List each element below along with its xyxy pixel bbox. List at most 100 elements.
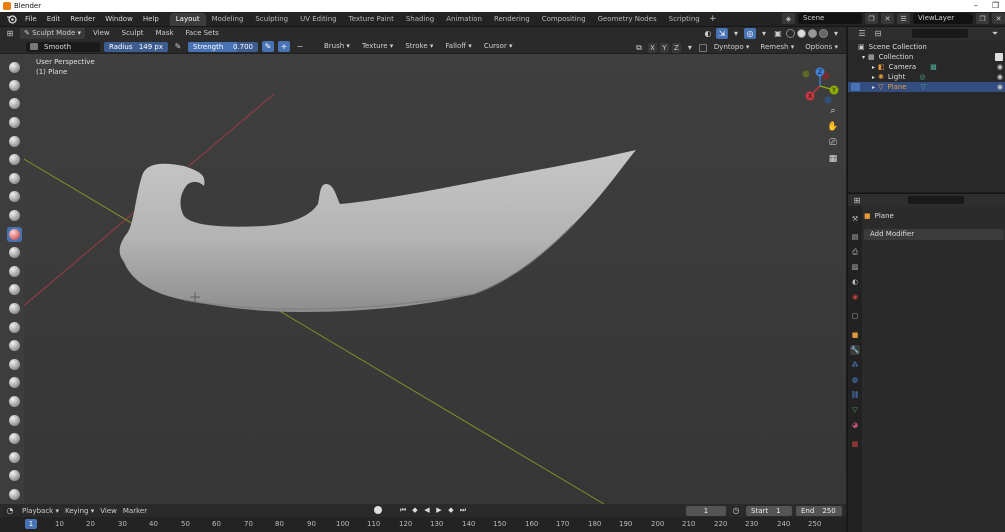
gizmo-neg-x-axis[interactable] (822, 72, 830, 80)
tool-inflate[interactable] (7, 171, 22, 186)
expand-chevron-icon[interactable]: ▸ (872, 74, 875, 81)
jump-keyframe-forward-icon[interactable]: ◆ (446, 506, 456, 515)
end-frame-field[interactable]: End 250 (796, 505, 842, 516)
filter-icon[interactable]: ⏷ (989, 28, 1001, 39)
cursor-menu[interactable]: Cursor ▾ (480, 41, 517, 52)
delete-scene-icon[interactable]: ✕ (881, 13, 894, 24)
brush-selector[interactable]: Smooth (26, 41, 100, 52)
tool-grab[interactable] (7, 338, 22, 353)
tool-multiplane-scrape[interactable] (7, 301, 22, 316)
add-workspace-icon[interactable]: + (706, 14, 720, 24)
gizmo-neg-y-axis[interactable] (802, 70, 810, 78)
symmetry-z-toggle[interactable]: Z (671, 42, 681, 53)
3d-viewport[interactable]: User Perspective (1) Plane Y X Z ⌕ ✋ ⎚ ▦ (24, 54, 846, 504)
tool-clay-thumb[interactable] (7, 134, 22, 149)
tab-sculpting[interactable]: Sculpting (249, 13, 294, 26)
editor-type-icon[interactable]: ⊞ (4, 28, 16, 39)
start-frame-field[interactable]: Start 1 (746, 505, 792, 516)
new-scene-icon[interactable]: ❐ (865, 13, 878, 24)
tool-scrape[interactable] (7, 282, 22, 297)
tool-thumb[interactable] (7, 394, 22, 409)
expand-chevron-icon[interactable]: ▸ (872, 64, 875, 71)
strength-slider[interactable]: Strength 0.700 (188, 41, 258, 52)
material-shading-icon[interactable] (808, 29, 817, 38)
tool-slide-relax[interactable] (7, 468, 22, 483)
menu-render[interactable]: Render (65, 13, 100, 26)
new-view-layer-icon[interactable]: ❐ (976, 13, 989, 24)
visibility-eye-icon[interactable]: ◉ (997, 63, 1003, 71)
stroke-menu[interactable]: Stroke ▾ (401, 41, 437, 52)
remesh-menu[interactable]: Remesh ▾ (756, 42, 798, 53)
symmetry-icon[interactable]: ⧉ (633, 42, 645, 53)
radius-slider[interactable]: Radius 149 px (104, 41, 168, 52)
scene-name-field[interactable]: Scene (798, 13, 862, 24)
timeline-view-menu[interactable]: View (100, 507, 117, 515)
menu-face-sets[interactable]: Face Sets (182, 28, 223, 39)
tool-elastic-deform[interactable] (7, 357, 22, 372)
subtract-direction-icon[interactable]: − (294, 41, 306, 52)
scene-tab-icon[interactable]: ◐ (850, 277, 860, 287)
marker-menu[interactable]: Marker (123, 507, 147, 515)
tab-scripting[interactable]: Scripting (663, 13, 706, 26)
scene-browse-icon[interactable]: ◈ (782, 13, 795, 24)
add-modifier-button[interactable]: Add Modifier (864, 229, 1004, 240)
menu-edit[interactable]: Edit (42, 13, 66, 26)
tab-texture-paint[interactable]: Texture Paint (343, 13, 400, 26)
menu-help[interactable]: Help (138, 13, 164, 26)
keying-menu[interactable]: Keying ▾ (65, 507, 94, 515)
outliner-item-camera[interactable]: ▸ ◧ Camera ▩ ◉ (848, 62, 1005, 72)
visibility-eye-icon[interactable]: ◉ (997, 73, 1003, 81)
falloff-menu[interactable]: Falloff ▾ (441, 41, 475, 52)
menu-mask[interactable]: Mask (152, 28, 178, 39)
menu-file[interactable]: File (20, 13, 42, 26)
tool-pose[interactable] (7, 413, 22, 428)
jump-keyframe-back-icon[interactable]: ◆ (410, 506, 420, 515)
dyntopo-checkbox[interactable] (698, 43, 707, 52)
collection-checkbox[interactable] (995, 53, 1003, 61)
jump-start-icon[interactable]: ⏮ (398, 506, 408, 515)
gizmo-neg-z-axis[interactable] (824, 96, 832, 104)
gizmo-toggle-icon[interactable]: ⇲ (716, 28, 728, 39)
tool-rotate[interactable] (7, 450, 22, 465)
overlay-dropdown-icon[interactable]: ▾ (758, 28, 770, 39)
view-layer-browse-icon[interactable]: ☰ (897, 13, 910, 24)
data-tab-icon[interactable]: ▽ (850, 405, 860, 415)
options-menu[interactable]: Options ▾ (801, 42, 842, 53)
tool-flatten[interactable] (7, 245, 22, 260)
modifier-tab-icon[interactable]: 🔧 (850, 345, 860, 355)
outliner-item-collection[interactable]: ▾ ▦ Collection (848, 52, 1005, 62)
render-tab-icon[interactable]: ▤ (850, 232, 860, 242)
tool-smooth[interactable] (7, 227, 22, 242)
material-tab-icon[interactable]: ◕ (850, 420, 860, 430)
physics-tab-icon[interactable]: ◍ (850, 375, 860, 385)
restore-button[interactable]: ❐ (992, 0, 999, 12)
visibility-icon[interactable]: ◐ (702, 28, 714, 39)
mode-selector[interactable]: ✎ Sculpt Mode ▾ (20, 28, 86, 39)
view-layer-field[interactable]: ViewLayer (913, 13, 973, 24)
constraints-tab-icon[interactable]: ⛓ (850, 390, 860, 400)
record-icon[interactable] (374, 506, 382, 514)
tab-shading[interactable]: Shading (400, 13, 440, 26)
view-layer-tab-icon[interactable]: ▨ (850, 262, 860, 272)
outliner-item-plane[interactable]: ▸ ▽ Plane ▽ ◉ (848, 82, 1005, 92)
tab-compositing[interactable]: Compositing (536, 13, 592, 26)
outliner-search-input[interactable] (912, 29, 968, 38)
texture-menu[interactable]: Texture ▾ (358, 41, 397, 52)
tool-crease[interactable] (7, 208, 22, 223)
expand-chevron-icon[interactable]: ▸ (872, 84, 875, 91)
display-mode-icon[interactable]: ⊟ (872, 28, 884, 39)
object-name[interactable]: Plane (875, 210, 894, 222)
shading-dropdown-icon[interactable]: ▾ (830, 28, 842, 39)
rendered-shading-icon[interactable] (819, 29, 828, 38)
preview-range-clock-icon[interactable]: ◷ (730, 505, 742, 516)
symmetry-y-toggle[interactable]: Y (659, 42, 669, 53)
tool-pinch[interactable] (7, 320, 22, 335)
outliner-item-light[interactable]: ▸ ✺ Light ◎ ◉ (848, 72, 1005, 82)
brush-menu[interactable]: Brush ▾ (320, 41, 354, 52)
delete-view-layer-icon[interactable]: ✕ (992, 13, 1005, 24)
current-frame-field[interactable]: 1 (686, 505, 726, 516)
collection-tab-icon[interactable]: ▢ (850, 311, 860, 321)
tool-fill[interactable] (7, 264, 22, 279)
solid-shading-icon[interactable] (797, 29, 806, 38)
wireframe-shading-icon[interactable] (786, 29, 795, 38)
